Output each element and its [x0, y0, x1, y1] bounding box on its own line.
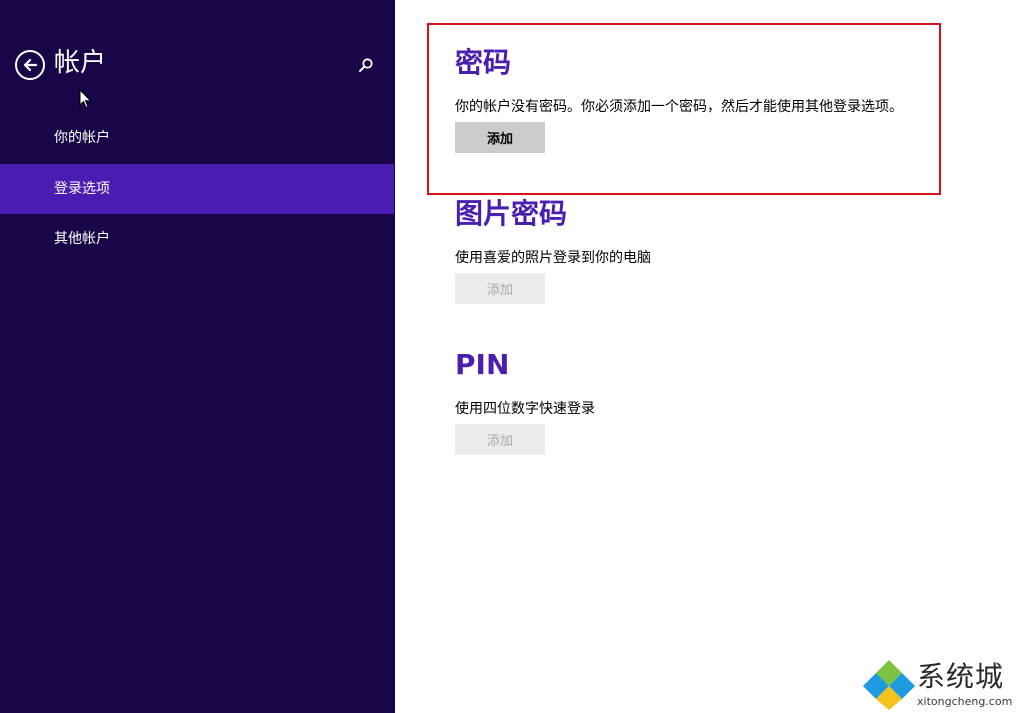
watermark-url: xitongcheng.com — [917, 695, 1013, 708]
password-title: 密码 — [455, 46, 512, 79]
back-arrow-icon — [23, 58, 38, 72]
mouse-pointer-icon — [79, 89, 92, 109]
picture-password-description: 使用喜爱的照片登录到你的电脑 — [455, 250, 651, 266]
add-pin-button: 添加 — [455, 424, 545, 455]
sidebar: 帐户 你的帐户 登录选项 其他帐户 — [0, 0, 395, 713]
password-description: 你的帐户没有密码。你必须添加一个密码，然后才能使用其他登录选项。 — [455, 99, 903, 115]
diamond-logo-icon — [863, 660, 915, 710]
sidebar-item-other-accounts[interactable]: 其他帐户 — [0, 214, 394, 264]
sidebar-item-your-account[interactable]: 你的帐户 — [0, 113, 394, 163]
search-button[interactable] — [355, 54, 377, 76]
picture-password-section: 图片密码 使用喜爱的照片登录到你的电脑 添加 — [455, 196, 651, 304]
page-title: 帐户 — [54, 48, 107, 78]
back-button[interactable] — [15, 50, 45, 80]
watermark-text: 系统城 — [917, 660, 1005, 693]
pin-description: 使用四位数字快速登录 — [455, 401, 595, 417]
pin-title: PIN — [455, 348, 510, 381]
pin-section: PIN 使用四位数字快速登录 添加 — [455, 347, 595, 455]
search-icon — [359, 58, 373, 72]
picture-password-title: 图片密码 — [455, 197, 568, 230]
add-picture-password-button: 添加 — [455, 273, 545, 304]
sidebar-item-sign-in-options[interactable]: 登录选项 — [0, 164, 394, 214]
password-section: 密码 你的帐户没有密码。你必须添加一个密码，然后才能使用其他登录选项。 添加 — [455, 45, 903, 153]
add-password-button[interactable]: 添加 — [455, 122, 545, 153]
watermark-logo: 系统城 xitongcheng.com — [862, 658, 1012, 712]
